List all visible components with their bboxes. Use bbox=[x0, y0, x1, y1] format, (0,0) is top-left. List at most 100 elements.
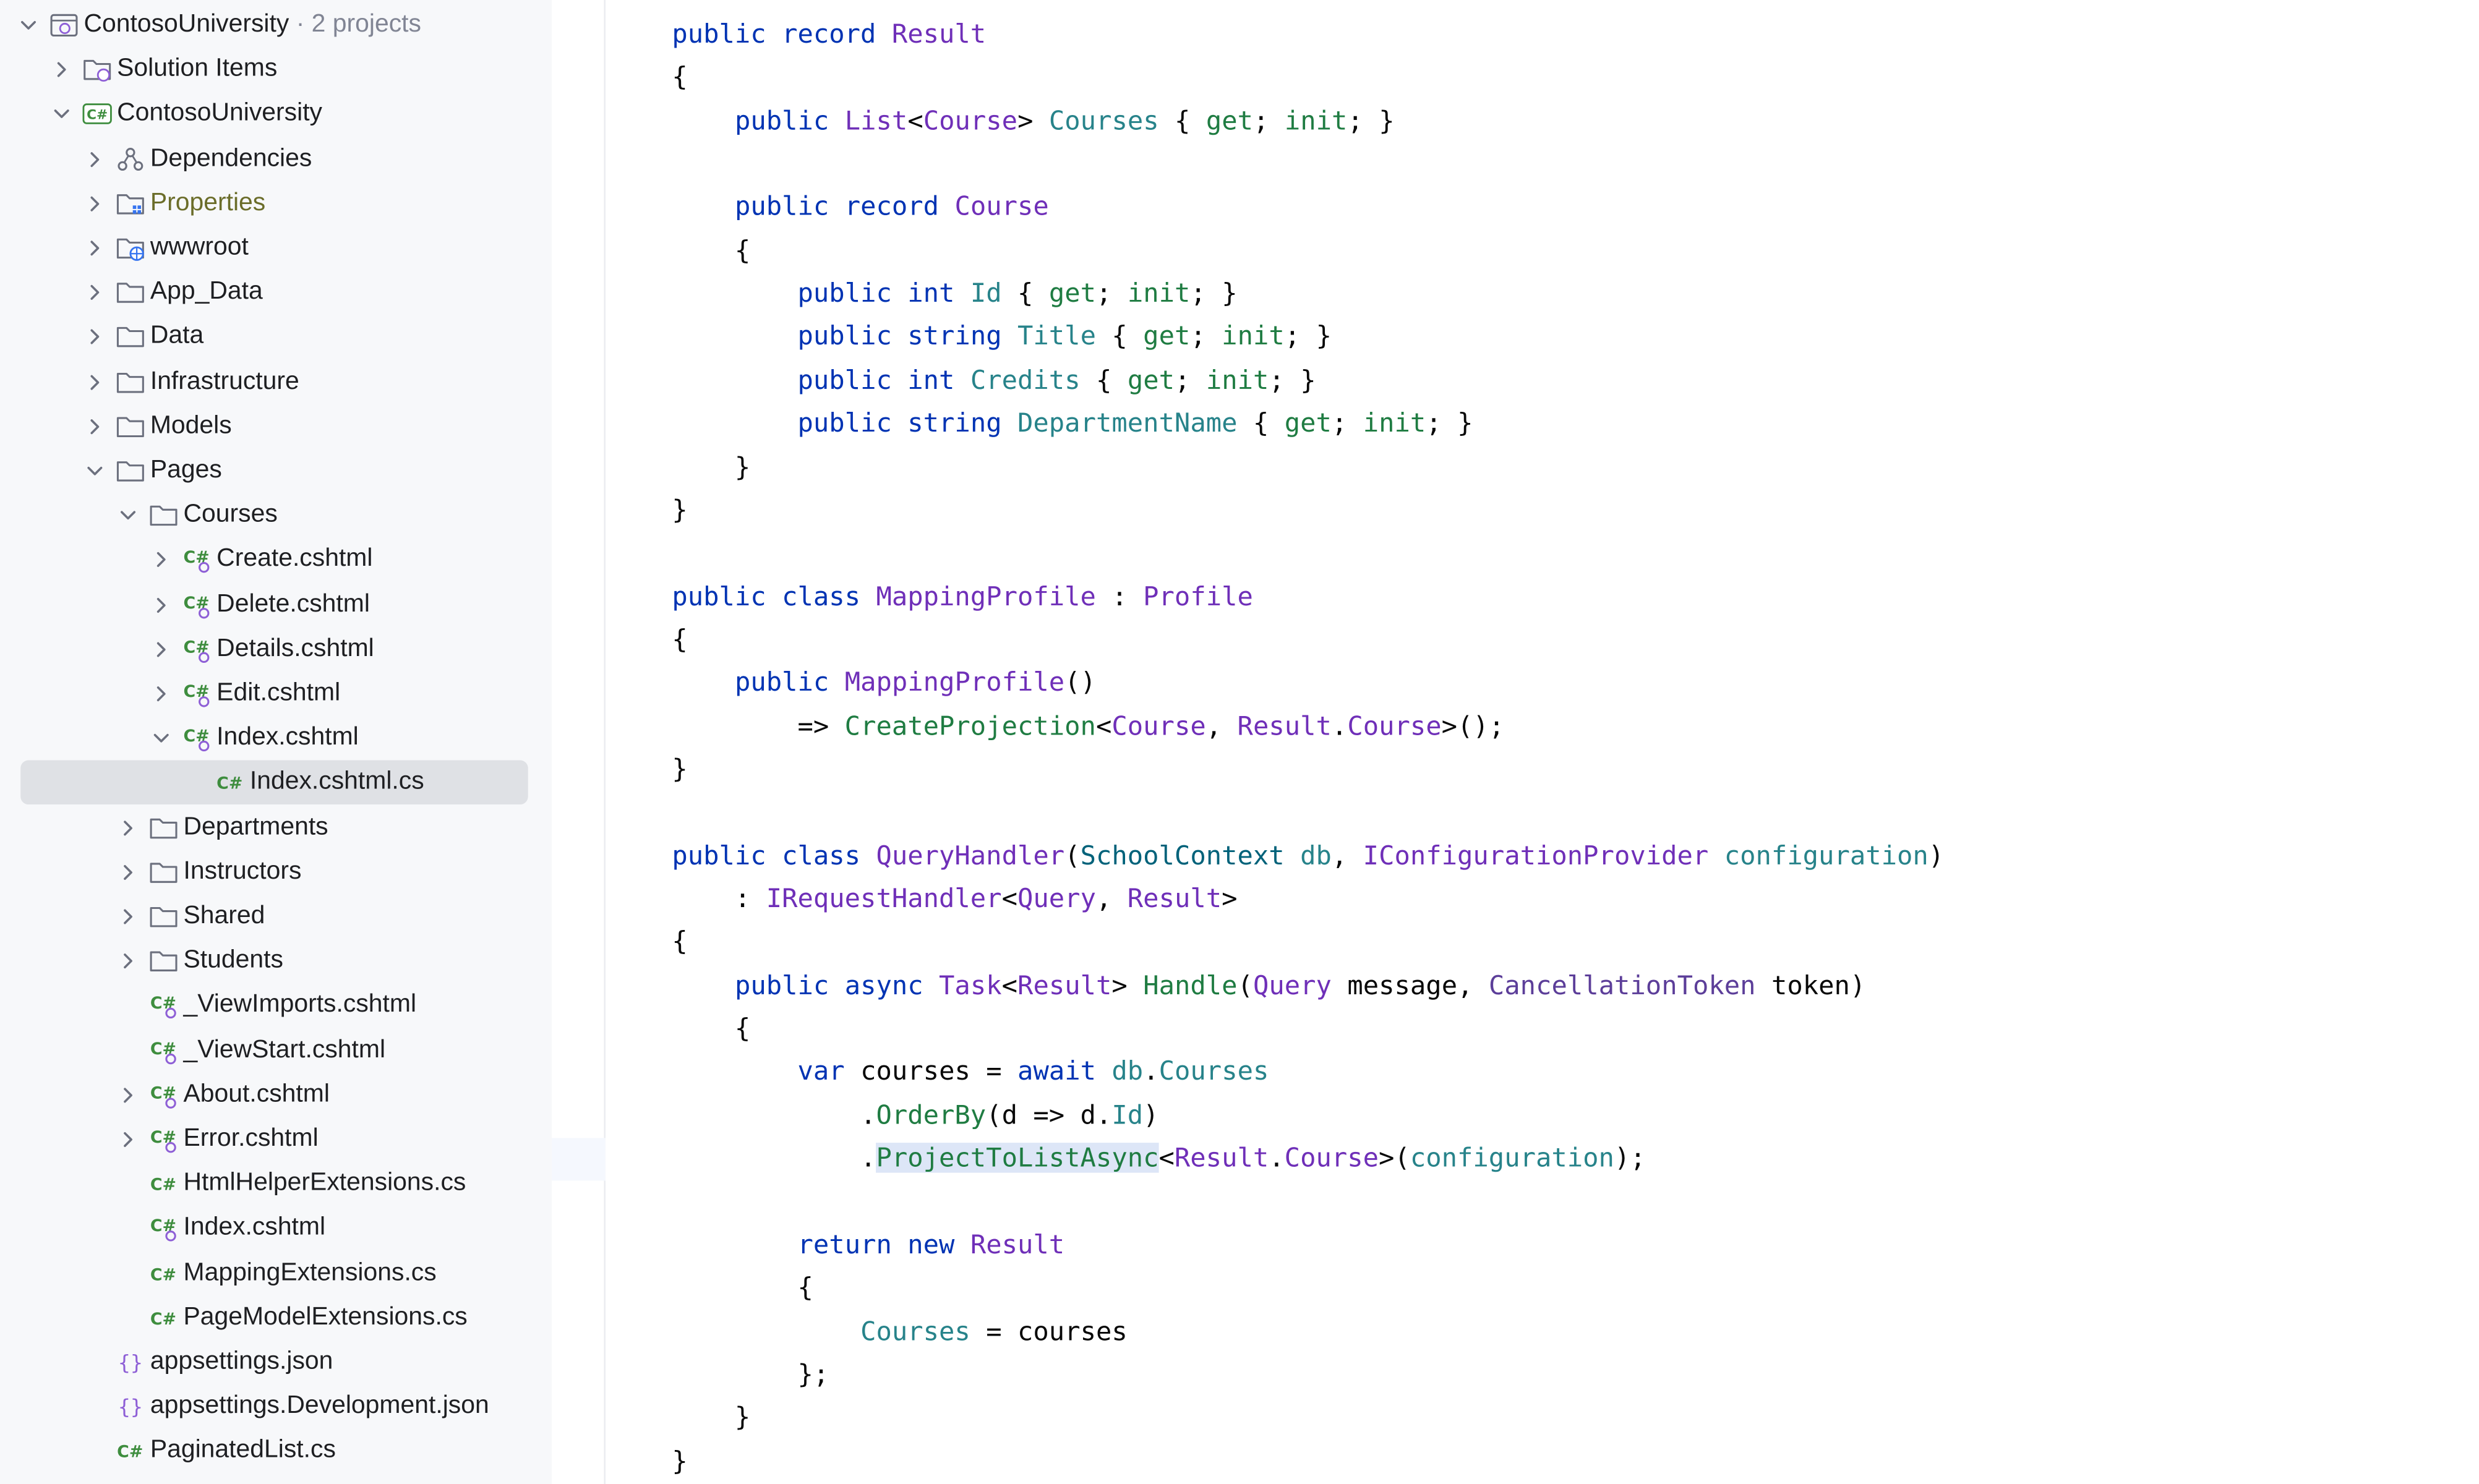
tree-item[interactable]: C# Edit.cshtml bbox=[0, 672, 552, 716]
code-line[interactable]: { bbox=[672, 229, 750, 271]
tree-item[interactable]: C# HtmlHelperExtensions.cs bbox=[0, 1162, 552, 1206]
code-line[interactable]: } bbox=[672, 445, 750, 488]
tree-root[interactable]: ContosoUniversity · 2 projects bbox=[0, 3, 552, 48]
code-line[interactable]: public record Result bbox=[672, 12, 986, 55]
properties-folder-icon bbox=[116, 189, 146, 218]
tree-item[interactable]: C# Index.cshtml bbox=[0, 1206, 552, 1251]
code-line[interactable]: Courses = courses bbox=[672, 1310, 1128, 1352]
tree-item[interactable]: Solution Items bbox=[0, 48, 552, 92]
tree-item[interactable]: C# Delete.cshtml bbox=[0, 582, 552, 627]
code-line[interactable]: public class MappingProfile : Profile bbox=[672, 574, 1253, 617]
tree-item[interactable]: Instructors bbox=[0, 850, 552, 895]
chevron-down-icon[interactable] bbox=[17, 14, 40, 36]
code-token: ; } bbox=[1190, 278, 1238, 309]
tree-item[interactable]: Pages bbox=[0, 449, 552, 493]
code-line[interactable]: } bbox=[672, 748, 687, 790]
chevron-down-icon[interactable] bbox=[51, 103, 73, 126]
chevron-right-icon[interactable] bbox=[150, 638, 173, 660]
razor-file-icon: C# bbox=[148, 1125, 179, 1154]
tree-item[interactable]: Shared bbox=[0, 895, 552, 939]
code-line[interactable]: var courses = await db.Courses bbox=[672, 1050, 1269, 1093]
code-token: configuration bbox=[1410, 1143, 1614, 1173]
code-line[interactable]: .ProjectToListAsync<Result.Course>(confi… bbox=[672, 1136, 1646, 1179]
tree-item[interactable]: Data bbox=[0, 315, 552, 360]
chevron-right-icon[interactable] bbox=[150, 549, 173, 571]
code-line[interactable]: public string DepartmentName { get; init… bbox=[672, 402, 1473, 445]
code-line[interactable]: } bbox=[672, 488, 687, 531]
tree-item[interactable]: C# Details.cshtml bbox=[0, 627, 552, 672]
chevron-right-icon[interactable] bbox=[51, 59, 73, 81]
tree-item[interactable]: C# _ViewImports.cshtml bbox=[0, 984, 552, 1028]
code-line[interactable]: { bbox=[672, 1266, 813, 1309]
chevron-right-icon[interactable] bbox=[83, 326, 106, 349]
code-line[interactable]: { bbox=[672, 56, 687, 98]
code-line[interactable]: } bbox=[672, 1439, 687, 1482]
chevron-right-icon[interactable] bbox=[150, 594, 173, 616]
code-line[interactable]: { bbox=[672, 921, 687, 963]
code-line[interactable]: public int Id { get; init; } bbox=[672, 272, 1238, 315]
tree-item[interactable]: {} appsettings.json bbox=[0, 1341, 552, 1385]
tree-item-label: Delete.cshtml bbox=[216, 590, 370, 618]
code-line[interactable]: { bbox=[672, 1007, 750, 1049]
code-token: { bbox=[1237, 407, 1285, 438]
tree-item[interactable]: Departments bbox=[0, 806, 552, 850]
chevron-down-icon[interactable] bbox=[150, 727, 173, 749]
code-token: public record bbox=[734, 192, 955, 222]
tree-item[interactable]: Properties bbox=[0, 181, 552, 226]
tree-item[interactable]: Models bbox=[0, 404, 552, 449]
tree-item[interactable]: Dependencies bbox=[0, 137, 552, 181]
chevron-right-icon[interactable] bbox=[117, 906, 139, 928]
tree-item[interactable]: C# About.cshtml bbox=[0, 1073, 552, 1117]
tree-item[interactable]: {} appsettings.Development.json bbox=[0, 1385, 552, 1430]
tree-item-label: Index.cshtml bbox=[216, 724, 359, 751]
tree-item[interactable]: Infrastructure bbox=[0, 360, 552, 404]
chevron-down-icon[interactable] bbox=[83, 460, 106, 482]
code-line[interactable]: public MappingProfile() bbox=[672, 661, 1096, 704]
tree-item[interactable]: C# Create.cshtml bbox=[0, 538, 552, 582]
tree-item[interactable]: wwwroot bbox=[0, 226, 552, 271]
chevron-right-icon[interactable] bbox=[117, 861, 139, 884]
code-line[interactable]: }; bbox=[672, 1353, 829, 1396]
tree-item[interactable]: C# Index.cshtml bbox=[0, 716, 552, 761]
tree-item-label: _ViewImports.cshtml bbox=[183, 991, 417, 1019]
code-line[interactable]: public async Task<Result> Handle(Query m… bbox=[672, 963, 1865, 1006]
code-line[interactable]: .OrderBy(d => d.Id) bbox=[672, 1093, 1159, 1136]
tree-item-label: Index.cshtml.cs bbox=[249, 769, 424, 796]
chevron-right-icon[interactable] bbox=[117, 816, 139, 838]
code-line[interactable]: } bbox=[672, 1396, 750, 1439]
chevron-right-icon[interactable] bbox=[150, 683, 173, 705]
csharp-project-icon: C# bbox=[82, 100, 113, 129]
tree-item[interactable]: C# Index.cshtml.cs bbox=[0, 761, 552, 806]
code-line[interactable]: public int Credits { get; init; } bbox=[672, 359, 1316, 401]
code-line[interactable]: { bbox=[672, 618, 687, 660]
code-line[interactable]: public record Course bbox=[672, 186, 1049, 228]
tree-item[interactable]: App_Data bbox=[0, 271, 552, 315]
chevron-right-icon[interactable] bbox=[117, 1084, 139, 1106]
chevron-right-icon[interactable] bbox=[117, 950, 139, 973]
code-line[interactable]: => CreateProjection<Course, Result.Cours… bbox=[672, 704, 1504, 747]
tree-item[interactable]: C# Error.cshtml bbox=[0, 1117, 552, 1162]
code-line[interactable]: : IRequestHandler<Query, Result> bbox=[672, 877, 1238, 920]
chevron-right-icon[interactable] bbox=[83, 416, 106, 438]
chevron-right-icon[interactable] bbox=[117, 1128, 139, 1151]
chevron-right-icon[interactable] bbox=[83, 281, 106, 304]
chevron-right-icon[interactable] bbox=[83, 371, 106, 393]
tree-item[interactable]: C# _ViewStart.cshtml bbox=[0, 1028, 552, 1073]
tree-item[interactable]: C# ContosoUniversity bbox=[0, 92, 552, 137]
svg-text:C#: C# bbox=[150, 1264, 176, 1284]
code-line[interactable]: public List<Course> Courses { get; init;… bbox=[672, 99, 1395, 142]
code-line[interactable]: public string Title { get; init; } bbox=[672, 315, 1332, 358]
tree-item[interactable]: Students bbox=[0, 939, 552, 984]
razor-file-icon: C# bbox=[148, 1036, 179, 1065]
code-line[interactable]: return new Result bbox=[672, 1223, 1065, 1266]
tree-item[interactable]: Courses bbox=[0, 493, 552, 538]
chevron-right-icon[interactable] bbox=[83, 148, 106, 170]
code-token: ); bbox=[1614, 1143, 1646, 1173]
tree-item[interactable]: C# MappingExtensions.cs bbox=[0, 1251, 552, 1295]
chevron-right-icon[interactable] bbox=[83, 237, 106, 259]
tree-item[interactable]: C# PageModelExtensions.cs bbox=[0, 1295, 552, 1340]
chevron-down-icon[interactable] bbox=[117, 505, 139, 527]
tree-item[interactable]: C# PaginatedList.cs bbox=[0, 1430, 552, 1474]
chevron-right-icon[interactable] bbox=[83, 192, 106, 215]
code-line[interactable]: public class QueryHandler(SchoolContext … bbox=[672, 834, 1944, 877]
